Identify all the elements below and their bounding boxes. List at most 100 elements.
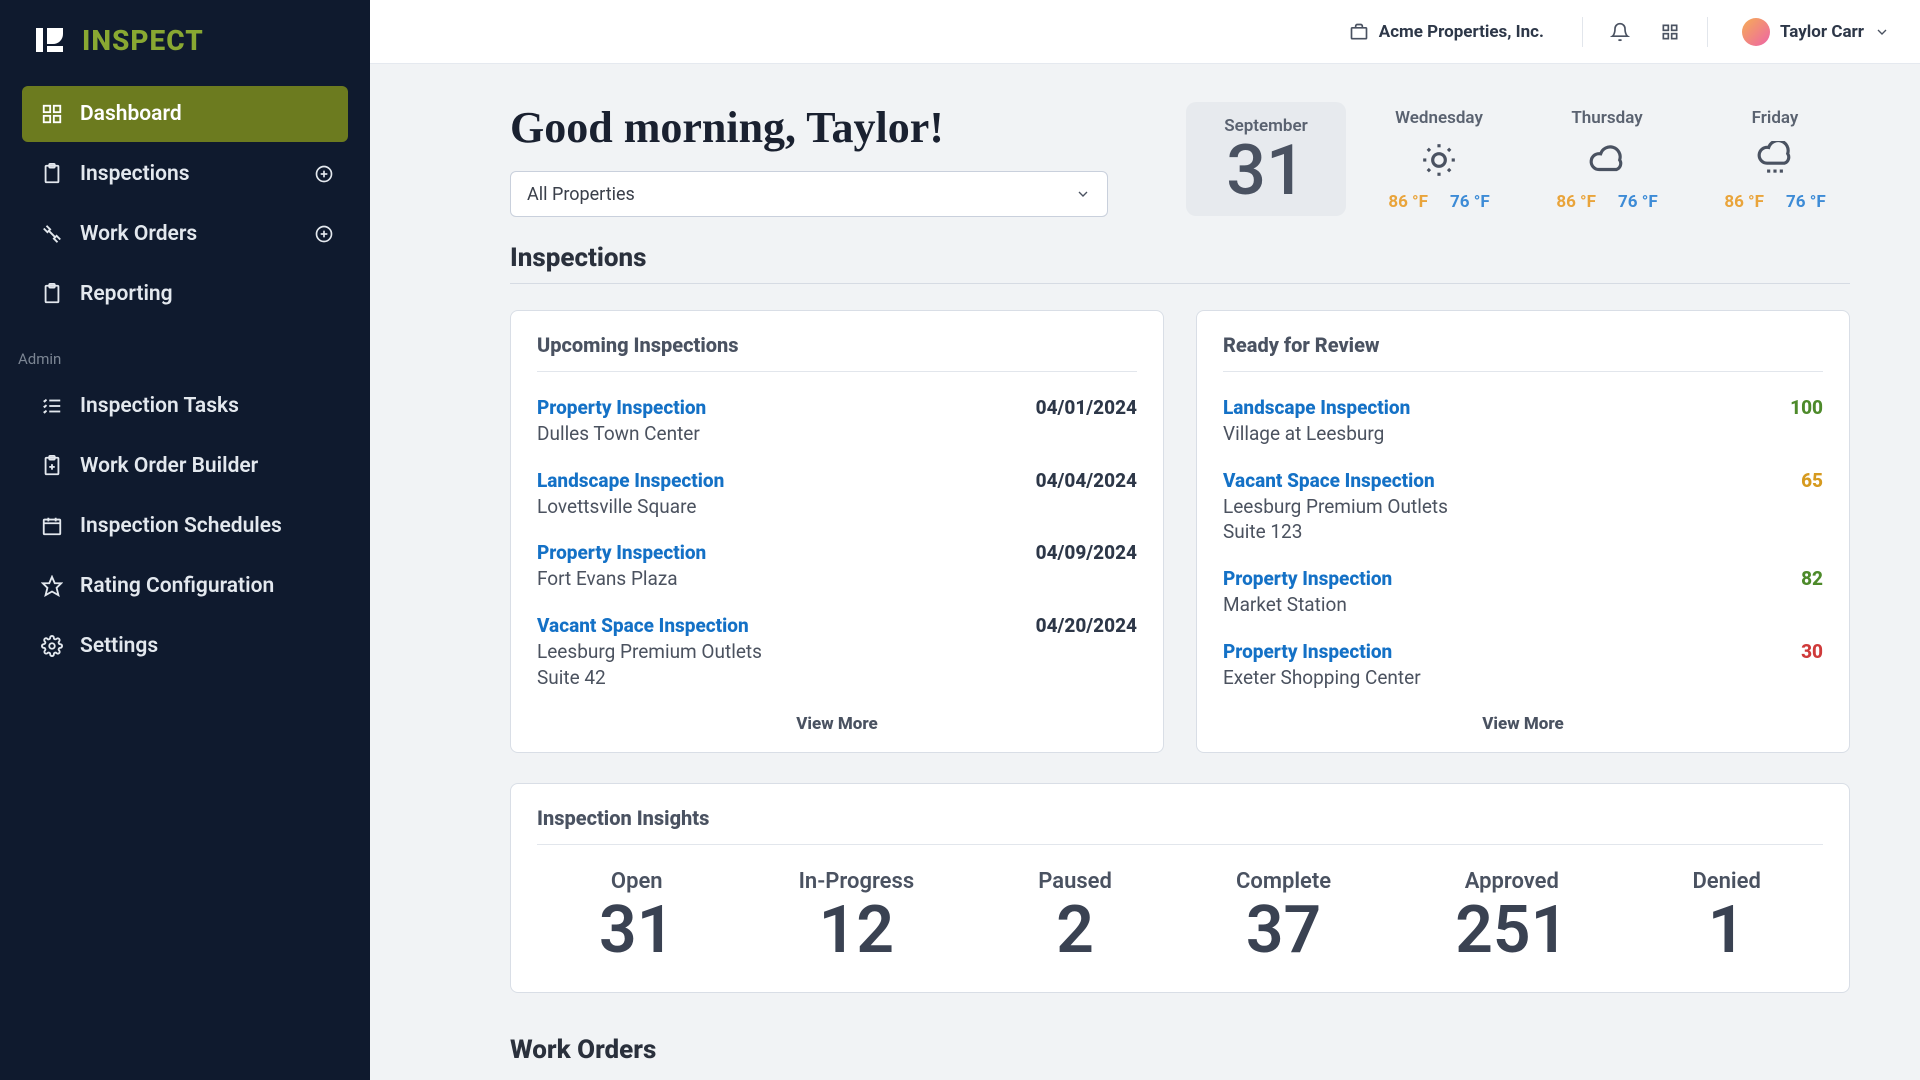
inspection-date: 04/20/2024 <box>1036 614 1137 637</box>
bell-icon <box>1610 22 1630 42</box>
dashboard-icon <box>40 102 64 126</box>
sidebar-item-label: Inspections <box>80 162 190 186</box>
metric-value: 37 <box>1236 898 1331 964</box>
metric-label: Denied <box>1692 869 1760 894</box>
weather-today: September 31 <box>1186 102 1346 216</box>
insight-metric: Paused2 <box>1038 869 1112 964</box>
card-title: Inspection Insights <box>537 806 1823 830</box>
chevron-down-icon <box>1874 24 1890 40</box>
temp-hi: 86 °F <box>1724 192 1764 212</box>
sidebar-item-label: Settings <box>80 634 158 658</box>
temp-lo: 76 °F <box>1450 192 1490 212</box>
upcoming-inspections-card: Upcoming Inspections Property Inspection… <box>510 310 1164 753</box>
inspection-score: 82 <box>1801 567 1823 590</box>
inspection-type-link[interactable]: Property Inspection <box>1223 567 1392 590</box>
sidebar-item-settings[interactable]: Settings <box>22 618 348 674</box>
avatar <box>1742 18 1770 46</box>
review-item[interactable]: Vacant Space InspectionLeesburg Premium … <box>1223 461 1823 559</box>
gear-icon <box>40 634 64 658</box>
plus-icon[interactable] <box>314 224 334 244</box>
inspection-type-link[interactable]: Property Inspection <box>1223 640 1421 663</box>
sidebar-item-work-orders[interactable]: Work Orders <box>22 206 348 262</box>
ready-for-review-card: Ready for Review Landscape InspectionVil… <box>1196 310 1850 753</box>
inspection-type-link[interactable]: Landscape Inspection <box>1223 396 1410 419</box>
user-name: Taylor Carr <box>1780 22 1864 42</box>
sidebar-item-inspections[interactable]: Inspections <box>22 146 348 202</box>
property-filter-select[interactable]: All Properties <box>510 171 1108 217</box>
inspection-location: Lovettsville Square <box>537 494 724 520</box>
inspection-item[interactable]: Property InspectionDulles Town Center04/… <box>537 388 1137 461</box>
sidebar: INSPECT Dashboard Inspections <box>0 0 370 1080</box>
nav-main: Dashboard Inspections Work Orders <box>0 86 370 322</box>
metric-value: 1 <box>1692 898 1760 964</box>
weather-rain-icon <box>1700 138 1850 182</box>
card-rule <box>1223 371 1823 372</box>
temp-hi: 86 °F <box>1556 192 1596 212</box>
org-switcher[interactable]: Acme Properties, Inc. <box>1349 22 1566 42</box>
clipboard-plus-icon <box>40 454 64 478</box>
property-filter-value: All Properties <box>527 184 635 205</box>
metric-label: In-Progress <box>799 869 915 894</box>
temp-hi: 86 °F <box>1388 192 1428 212</box>
section-inspections-title: Inspections <box>510 243 1850 273</box>
sidebar-item-label: Work Orders <box>80 222 197 246</box>
logo[interactable]: INSPECT <box>0 0 370 86</box>
inspection-score: 65 <box>1801 469 1823 492</box>
metric-label: Approved <box>1455 869 1568 894</box>
sidebar-item-label: Reporting <box>80 282 173 306</box>
inspection-type-link[interactable]: Landscape Inspection <box>537 469 724 492</box>
inspection-type-link[interactable]: Vacant Space Inspection <box>537 614 762 637</box>
temp-lo: 76 °F <box>1786 192 1826 212</box>
insight-metric: Complete37 <box>1236 869 1331 964</box>
insight-metric: Open31 <box>599 869 674 964</box>
weather-day: Thursday86 °F76 °F <box>1532 102 1682 216</box>
sidebar-section-admin-label: Admin <box>0 322 370 378</box>
review-item[interactable]: Landscape InspectionVillage at Leesburg1… <box>1223 388 1823 461</box>
apps-button[interactable] <box>1649 11 1691 53</box>
grid-icon <box>1660 22 1680 42</box>
topbar: Acme Properties, Inc. Taylor Carr <box>370 0 1920 64</box>
inspection-type-link[interactable]: Property Inspection <box>537 541 706 564</box>
sidebar-item-inspection-schedules[interactable]: Inspection Schedules <box>22 498 348 554</box>
sidebar-item-rating-configuration[interactable]: Rating Configuration <box>22 558 348 614</box>
calendar-icon <box>40 514 64 538</box>
inspection-item[interactable]: Property InspectionFort Evans Plaza 04/09… <box>537 533 1137 606</box>
inspection-date: 04/04/2024 <box>1036 469 1137 492</box>
sidebar-item-work-order-builder[interactable]: Work Order Builder <box>22 438 348 494</box>
sidebar-item-label: Work Order Builder <box>80 454 258 478</box>
inspection-location: Dulles Town Center <box>537 421 706 447</box>
review-item[interactable]: Property InspectionMarket Station82 <box>1223 559 1823 632</box>
metric-value: 251 <box>1455 898 1568 964</box>
section-rule <box>510 283 1850 284</box>
inspection-item[interactable]: Landscape InspectionLovettsville Square 0… <box>537 461 1137 534</box>
inspection-type-link[interactable]: Vacant Space Inspection <box>1223 469 1448 492</box>
insight-metric: Denied 1 <box>1692 869 1760 964</box>
view-more-review[interactable]: View More <box>1223 704 1823 736</box>
notifications-button[interactable] <box>1599 11 1641 53</box>
inspection-score: 30 <box>1801 640 1823 663</box>
inspection-type-link[interactable]: Property Inspection <box>537 396 706 419</box>
review-item[interactable]: Property InspectionExeter Shopping Cente… <box>1223 632 1823 705</box>
view-more-upcoming[interactable]: View More <box>537 704 1137 736</box>
sidebar-item-reporting[interactable]: Reporting <box>22 266 348 322</box>
user-menu[interactable]: Taylor Carr <box>1724 18 1890 46</box>
sidebar-item-dashboard[interactable]: Dashboard <box>22 86 348 142</box>
card-title: Ready for Review <box>1223 333 1823 357</box>
inspection-date: 04/09/2024 <box>1036 541 1137 564</box>
weather-day-name: Wednesday <box>1364 108 1514 128</box>
weather-widget: September 31 Wednesday 86 °F 76 °F Thursday… <box>1186 102 1850 216</box>
greeting: Good morning, Taylor! <box>510 102 1162 153</box>
divider <box>1707 17 1708 47</box>
inspection-location: Fort Evans Plaza <box>537 566 706 592</box>
card-rule <box>537 371 1137 372</box>
plus-icon[interactable] <box>314 164 334 184</box>
chevron-down-icon <box>1075 186 1091 202</box>
org-name: Acme Properties, Inc. <box>1379 22 1544 42</box>
inspection-item[interactable]: Vacant Space InspectionLeesburg Premium … <box>537 606 1137 704</box>
sidebar-item-inspection-tasks[interactable]: Inspection Tasks <box>22 378 348 434</box>
briefcase-icon <box>1349 22 1369 42</box>
weather-day-name: Thursday <box>1532 108 1682 128</box>
tools-icon <box>40 222 64 246</box>
weather-day: Wednesday 86 °F 76 °F <box>1364 102 1514 216</box>
inspection-location: Leesburg Premium OutletsSuite 42 <box>537 639 762 690</box>
